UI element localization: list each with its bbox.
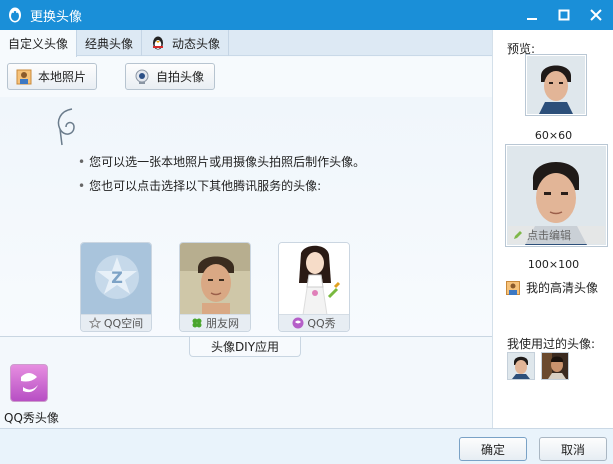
- service-tile-qqshow[interactable]: QQ秀: [278, 242, 350, 332]
- tab-label: 动态头像: [172, 36, 221, 51]
- tab-custom-avatar[interactable]: 自定义头像: [0, 30, 78, 57]
- tab-classic-avatar[interactable]: 经典头像: [77, 30, 143, 56]
- service-label-text: QQ秀: [307, 317, 336, 330]
- window-title: 更换头像: [30, 9, 83, 25]
- hint-line-1: • 您可以选一张本地照片或用摄像头拍照后制作头像。: [78, 155, 366, 169]
- hd-avatar-label: 我的高清头像: [526, 281, 599, 295]
- local-photo-label: 本地照片: [38, 70, 87, 84]
- service-label-text: QQ空间: [103, 317, 144, 330]
- avatar-photo-small: [527, 56, 585, 114]
- service-tile-label: 朋友网: [180, 314, 250, 331]
- close-button[interactable]: [585, 4, 607, 26]
- ok-button[interactable]: 确定: [459, 437, 527, 461]
- preview-100-image[interactable]: 点击编辑: [505, 144, 608, 247]
- avatar-source-area: • 您可以选一张本地照片或用摄像头拍照后制作头像。 • 您也可以点击选择以下其他腾讯…: [0, 97, 492, 367]
- pengyou-avatar-photo: [180, 243, 250, 315]
- webcam-icon: [135, 69, 149, 84]
- preview-60-image: [525, 54, 587, 116]
- edit-label: 点击编辑: [527, 229, 571, 242]
- qq-penguin-icon: [9, 7, 21, 23]
- left-panel: 自定义头像 经典头像 动态头像 本地照片 自拍头像 • 您可以选一张本地照片或用…: [0, 30, 492, 428]
- pencil-icon: [514, 231, 522, 239]
- photo-person-icon: [16, 69, 32, 84]
- used-avatar-1[interactable]: [507, 352, 535, 380]
- clover-icon: [192, 318, 202, 328]
- qqshow-swirl-icon: [21, 373, 38, 393]
- tab-label: 自定义头像: [8, 37, 69, 51]
- tab-label: 经典头像: [85, 36, 134, 51]
- hd-avatar-link[interactable]: 我的高清头像: [506, 279, 598, 296]
- cancel-button[interactable]: 取消: [539, 437, 607, 461]
- used-avatar-photo: [542, 353, 568, 379]
- preview-60-size: 60×60: [534, 129, 573, 142]
- hint-text: 您也可以点击选择以下其他腾讯服务的头像:: [89, 179, 322, 193]
- button-bar: 确定 取消: [0, 428, 613, 464]
- close-icon: [590, 9, 602, 21]
- used-avatars-label: 我使用过的头像:: [507, 337, 596, 351]
- qqshow-avatar-app-icon[interactable]: [10, 364, 48, 402]
- qqshow-character-image: [279, 243, 349, 316]
- maximize-button[interactable]: [553, 4, 575, 26]
- preview-100-size: 100×100: [527, 258, 580, 271]
- minimize-button[interactable]: [521, 4, 543, 26]
- hd-avatar-icon: [506, 280, 520, 295]
- qqshow-icon: [292, 317, 304, 329]
- service-tile-qzone[interactable]: Z QQ空间: [80, 242, 152, 332]
- service-label-text: 朋友网: [206, 317, 239, 330]
- swirl-decoration-icon: [57, 108, 75, 146]
- service-tile-label: QQ秀: [279, 314, 349, 331]
- toolbar: 本地照片 自拍头像: [0, 57, 492, 97]
- qzone-star-icon: Z: [81, 243, 151, 315]
- service-tile-pengyou[interactable]: 朋友网: [179, 242, 251, 332]
- tab-animated-avatar[interactable]: 动态头像: [142, 30, 230, 56]
- title-bar: 更换头像: [0, 0, 613, 30]
- hint-text: 您可以选一张本地照片或用摄像头拍照后制作头像。: [89, 155, 366, 169]
- local-photo-button[interactable]: 本地照片: [7, 63, 98, 90]
- svg-text:Z: Z: [111, 268, 123, 287]
- selfie-label: 自拍头像: [156, 70, 205, 84]
- minimize-icon: [527, 18, 537, 20]
- star-icon: [88, 317, 101, 329]
- penguin-icon: [153, 36, 164, 50]
- edit-overlay[interactable]: 点击编辑: [508, 226, 605, 244]
- used-avatar-photo: [508, 353, 534, 379]
- qqshow-avatar-label[interactable]: QQ秀头像: [4, 409, 59, 426]
- diy-apps-tab[interactable]: 头像DIY应用: [189, 337, 301, 357]
- preview-panel: 预览: 60×60 点击编辑 100×100 我的高清头像 我使用过的头像:: [492, 30, 613, 428]
- used-avatar-2[interactable]: [541, 352, 569, 380]
- service-tile-label: QQ空间: [81, 314, 151, 331]
- hint-line-2: • 您也可以点击选择以下其他腾讯服务的头像:: [78, 179, 322, 193]
- selfie-button[interactable]: 自拍头像: [125, 63, 216, 90]
- maximize-icon: [558, 9, 570, 21]
- tab-bar: 自定义头像 经典头像 动态头像: [0, 30, 492, 57]
